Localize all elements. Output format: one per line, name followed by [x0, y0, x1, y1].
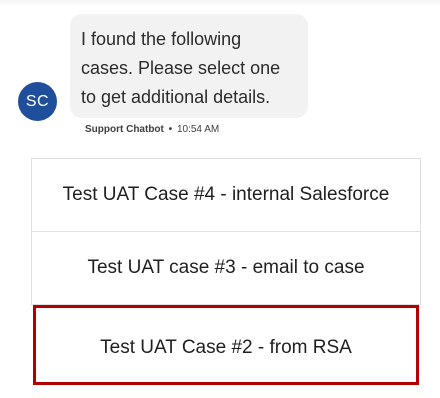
case-option-label: Test UAT Case #4 - internal Salesforce: [62, 184, 390, 205]
message-bubble: I found the following cases. Please sele…: [70, 14, 308, 118]
case-option-2[interactable]: Test UAT Case #2 - from RSA: [33, 305, 419, 385]
message-timestamp: 10:54 AM: [176, 124, 220, 135]
bot-avatar: SC: [18, 82, 57, 121]
case-option-4[interactable]: Test UAT Case #4 - internal Salesforce: [31, 158, 421, 232]
message-text: I found the following cases. Please sele…: [81, 29, 281, 107]
case-option-label: Test UAT Case #2 - from RSA: [100, 337, 352, 358]
avatar-initials: SC: [25, 92, 50, 110]
case-option-3[interactable]: Test UAT case #3 - email to case: [31, 231, 421, 305]
sender-name: Support Chatbot: [85, 124, 164, 135]
meta-separator: •: [168, 124, 173, 135]
case-options-list: Test UAT Case #4 - internal Salesforce T…: [31, 158, 421, 385]
top-edge: [0, 0, 440, 6]
case-option-label: Test UAT case #3 - email to case: [87, 257, 365, 278]
message-meta: Support Chatbot • 10:54 AM: [85, 124, 219, 135]
chat-window: SC I found the following cases. Please s…: [0, 0, 440, 398]
